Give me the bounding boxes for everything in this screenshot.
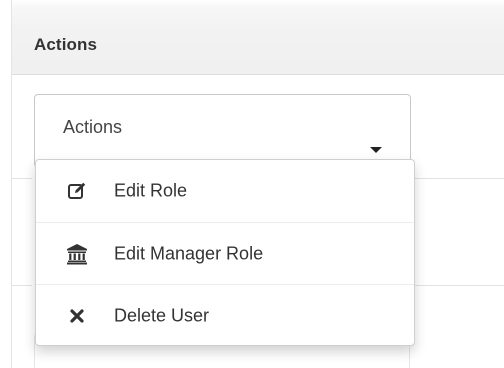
- column-header-title: Actions: [34, 35, 98, 54]
- menu-item-edit-manager-role[interactable]: Edit Manager Role: [36, 222, 414, 285]
- close-icon: [66, 305, 88, 327]
- menu-item-label: Delete User: [114, 305, 210, 326]
- row-divider: [415, 285, 504, 286]
- edit-icon: [66, 180, 88, 202]
- institution-icon: [66, 243, 88, 265]
- menu-item-edit-role[interactable]: Edit Role: [36, 160, 414, 222]
- actions-dropdown-menu: Edit Role Edit Manager Role Delete User: [35, 159, 415, 346]
- actions-select-value: Actions: [63, 117, 123, 137]
- row-divider: [12, 178, 32, 179]
- menu-item-delete-user[interactable]: Delete User: [36, 284, 414, 347]
- caret-down-icon: [370, 147, 382, 153]
- actions-select[interactable]: Actions: [34, 94, 411, 168]
- row-divider: [12, 285, 32, 286]
- menu-item-label: Edit Role: [114, 180, 188, 201]
- menu-item-label: Edit Manager Role: [114, 243, 264, 264]
- row-divider: [415, 178, 504, 179]
- actions-panel: Actions Actions Edit Role Edit Manager R…: [0, 0, 504, 368]
